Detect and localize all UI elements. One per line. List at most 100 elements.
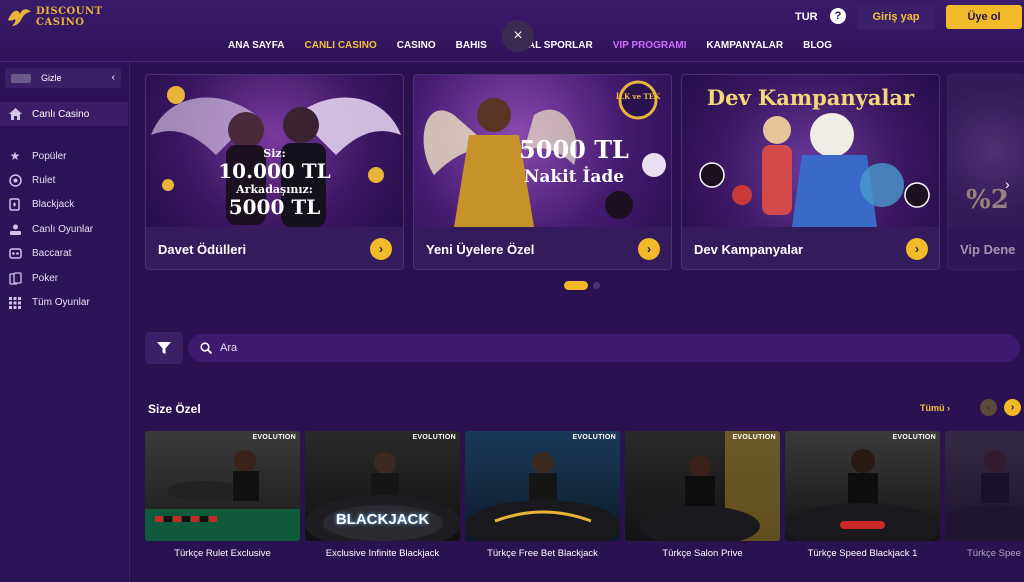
sidebar: Gizle ‹ Canlı Casino ★ Popüler Rulet Bla…	[0, 62, 130, 582]
brand-logo[interactable]: DISCOUNT CASINO	[6, 6, 103, 28]
provider-badge: EVOLUTION	[252, 434, 296, 441]
provider-badge: EVOLUTION	[892, 434, 936, 441]
promo-title: Yeni Üyelere Özel	[414, 227, 671, 269]
roulette-icon	[8, 174, 22, 188]
nav-bahis[interactable]: BAHIS	[456, 40, 487, 51]
baccarat-icon	[8, 247, 22, 261]
brand-name: DISCOUNT CASINO	[36, 6, 103, 28]
search-input[interactable]	[220, 342, 920, 354]
cards-icon	[8, 198, 22, 212]
promo-title: Dev Kampanyalar	[682, 227, 939, 269]
nav-vip-programi[interactable]: VIP PROGRAMI	[613, 40, 687, 51]
chevron-right-icon[interactable]: ›	[1004, 399, 1021, 416]
promo-art-text: 5000 TL	[519, 135, 629, 164]
login-button[interactable]: Giriş yap	[857, 5, 935, 29]
promo-art-text: 10.000 TL	[218, 159, 331, 183]
game-thumbnail: EVOLUTION	[465, 431, 620, 541]
promo-card-vip[interactable]: %2 Vip Dene	[947, 74, 1024, 270]
sidebar-item-rulet[interactable]: Rulet	[0, 168, 128, 192]
nav-blog[interactable]: BLOG	[803, 40, 832, 51]
game-thumbnail: EVOLUTION	[145, 431, 300, 541]
promo-art-text: Dev Kampanyalar	[706, 85, 915, 110]
sidebar-item-tum-oyunlar[interactable]: Tüm Oyunlar	[0, 290, 128, 314]
promo-title: Davet Ödülleri	[146, 227, 403, 269]
sidebar-item-canli-oyunlar[interactable]: Canlı Oyunlar	[0, 217, 128, 241]
game-card[interactable]: EVOLUTION Türkçe Salon Prive	[625, 431, 780, 561]
sidebar-item-label: Canlı Casino	[32, 108, 90, 120]
pagination-dot[interactable]	[593, 282, 600, 289]
phoenix-logo-icon	[8, 9, 31, 26]
sidebar-list: ★ Popüler Rulet Blackjack Canlı Oyunlar	[0, 144, 128, 315]
carousel-next-icon[interactable]: ›	[1005, 176, 1010, 192]
search-bar	[188, 334, 1020, 362]
provider-badge: EVOLUTION	[572, 434, 616, 441]
sidebar-hide-toggle[interactable]: Gizle ‹	[5, 68, 121, 88]
sidebar-item-canli-casino[interactable]: Canlı Casino	[0, 102, 128, 126]
game-card[interactable]: EVOLUTION Türkçe Speed Blackjack 1	[785, 431, 940, 561]
game-card[interactable]: EVOLUTION Türkçe Free Bet Blackjack	[465, 431, 620, 561]
game-name: Türkçe Speed Blackjack 1	[807, 548, 918, 559]
sidebar-item-populer[interactable]: ★ Popüler	[0, 144, 128, 168]
sidebar-item-label: Popüler	[32, 150, 67, 162]
chevron-right-icon[interactable]: ›	[638, 238, 660, 260]
promo-card-davet[interactable]: Siz: 10.000 TL Arkadaşınız: 5000 TL Dave…	[145, 74, 404, 270]
promo-title: Vip Dene	[948, 227, 1024, 269]
sidebar-item-label: Canlı Oyunlar	[32, 223, 94, 235]
promo-image: Siz: 10.000 TL Arkadaşınız: 5000 TL	[146, 75, 403, 227]
chevron-right-icon[interactable]: ›	[370, 238, 392, 260]
game-thumbnail	[945, 431, 1024, 541]
salon-prive-illustration	[640, 431, 780, 541]
top-header: DISCOUNT CASINO ANA SAYFA CANLI CASINO C…	[0, 0, 1024, 62]
game-name: Türkçe Salon Prive	[662, 548, 743, 559]
chevron-left-icon[interactable]: ‹	[980, 399, 997, 416]
close-icon[interactable]: ×	[502, 20, 534, 52]
game-name: Türkçe Spee	[967, 548, 1021, 559]
view-all-link[interactable]: Tümü ›	[920, 403, 950, 413]
chevron-right-icon[interactable]: ›	[906, 238, 928, 260]
toggle-switch-icon	[11, 73, 31, 83]
sidebar-item-baccarat[interactable]: Baccarat	[0, 242, 128, 266]
game-logo-text: BLACKJACK	[335, 511, 430, 528]
sidebar-hide-label: Gizle	[41, 73, 62, 83]
sidebar-item-label: Rulet	[32, 175, 56, 187]
home-icon	[8, 107, 22, 121]
signup-button[interactable]: Üye ol	[946, 5, 1022, 29]
game-card[interactable]: BLACKJACK EVOLUTION Exclusive Infinite B…	[305, 431, 460, 561]
promo-card-yeni-uyeler[interactable]: İLK ve TEK 5000 TL Nakit İade Yeni Üyele…	[413, 74, 672, 270]
roulette-table-illustration	[145, 450, 300, 541]
game-thumbnail: BLACKJACK EVOLUTION	[305, 431, 460, 541]
pagination-dot-active[interactable]	[564, 281, 588, 290]
poker-icon	[8, 271, 22, 285]
nav-canli-casino[interactable]: CANLI CASINO	[305, 40, 377, 51]
provider-badge: EVOLUTION	[732, 434, 776, 441]
blackjack-table-illustration	[465, 452, 620, 541]
sidebar-item-label: Baccarat	[32, 248, 72, 260]
sidebar-item-label: Blackjack	[32, 199, 75, 211]
blackjack-table-illustration	[945, 450, 1024, 541]
game-name: Türkçe Rulet Exclusive	[174, 548, 271, 559]
game-card[interactable]: Türkçe Spee	[945, 431, 1024, 561]
nav-casino[interactable]: CASINO	[397, 40, 436, 51]
section-title: Size Özel	[148, 402, 201, 416]
sidebar-item-poker[interactable]: Poker	[0, 266, 128, 290]
grid-icon	[8, 296, 22, 310]
dealer-icon	[8, 222, 22, 236]
promo-art-badge: İLK ve TEK	[615, 92, 661, 101]
promo-image: %2	[948, 75, 1024, 227]
sidebar-item-blackjack[interactable]: Blackjack	[0, 193, 128, 217]
filter-button[interactable]	[145, 332, 183, 364]
nav-ana-sayfa[interactable]: ANA SAYFA	[228, 40, 285, 51]
star-icon: ★	[9, 149, 21, 164]
carousel-pagination	[564, 281, 600, 290]
search-icon	[200, 342, 212, 354]
filter-icon	[157, 342, 171, 354]
promo-art-text: 5000 TL	[228, 195, 321, 219]
promo-image: Dev Kampanyalar	[682, 75, 939, 227]
speed-blackjack-illustration	[785, 449, 940, 541]
game-card[interactable]: EVOLUTION Türkçe Rulet Exclusive	[145, 431, 300, 561]
nav-kampanyalar[interactable]: KAMPANYALAR	[706, 40, 783, 51]
help-icon[interactable]: ?	[830, 8, 846, 24]
language-selector[interactable]: TUR	[795, 11, 818, 23]
promo-art-text: Nakit İade	[523, 167, 625, 187]
promo-card-dev-kampanyalar[interactable]: Dev Kampanyalar Dev Kampanyalar ›	[681, 74, 940, 270]
